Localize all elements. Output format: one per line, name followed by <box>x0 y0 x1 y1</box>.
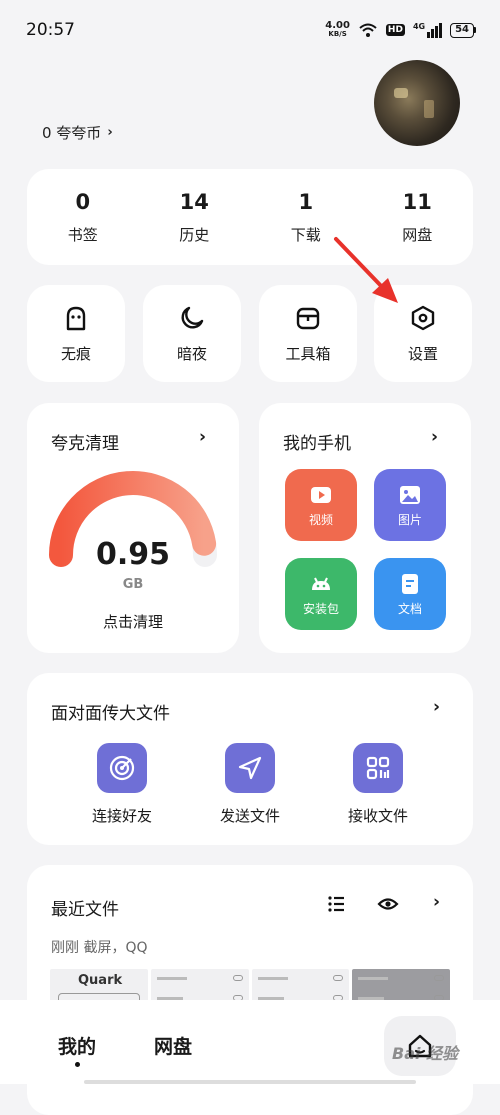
wifi-icon <box>359 23 377 37</box>
toolbox-button[interactable]: 工具箱 <box>259 285 357 382</box>
stat-value: 0 <box>75 189 91 214</box>
tile-label: 视频 <box>308 512 333 527</box>
apk-tile[interactable]: 安装包 <box>285 558 357 630</box>
ghost-icon <box>66 306 86 331</box>
quick-action-label: 工具箱 <box>285 345 331 363</box>
transfer-title: 面对面传大文件 <box>51 704 170 724</box>
clean-unit: GB <box>122 577 144 592</box>
stat-value: 1 <box>298 189 314 214</box>
quick-action-label: 暗夜 <box>176 345 207 363</box>
quick-action-label: 设置 <box>407 345 438 363</box>
stat-history[interactable]: 14 历史 <box>139 169 251 265</box>
stat-label: 历史 <box>179 225 210 244</box>
transfer-item-label: 接收文件 <box>347 807 408 825</box>
battery-icon: 54 <box>450 22 476 38</box>
status-bar: 20:57 4.00 KB/S HD 4G 54 <box>0 0 500 60</box>
document-icon <box>402 573 418 594</box>
recent-subtitle: 刚刚 截屏，QQ <box>51 940 148 956</box>
tab-mine[interactable]: 我的 <box>58 1032 96 1059</box>
eye-icon[interactable] <box>377 895 399 913</box>
my-phone-card: 我的手机 › 视频 图片 安装包 文档 <box>259 403 471 653</box>
chevron-right-icon[interactable]: › <box>433 697 440 717</box>
signal-icon: 4G <box>412 22 443 38</box>
chevron-right-icon[interactable]: › <box>199 427 206 447</box>
toolbox-icon <box>296 307 320 330</box>
tab-cloud[interactable]: 网盘 <box>154 1032 192 1059</box>
avatar[interactable] <box>374 60 460 146</box>
stat-label: 下载 <box>290 225 321 244</box>
settings-button[interactable]: 设置 <box>374 285 472 382</box>
network-type: 4G <box>412 22 426 31</box>
stat-value: 14 <box>179 189 209 214</box>
transfer-item-label: 连接好友 <box>91 807 152 825</box>
network-speed-unit: KB/S <box>328 30 347 38</box>
receive-file-button[interactable]: 接收文件 <box>323 743 433 826</box>
clean-action-button[interactable]: 点击清理 <box>27 611 239 632</box>
coins-link[interactable]: 0 夸夸币 › <box>42 122 113 143</box>
chevron-right-icon[interactable]: › <box>431 427 438 447</box>
stat-label: 书签 <box>67 225 98 244</box>
watermark: Bai 经验 <box>392 1044 459 1063</box>
stat-label: 网盘 <box>402 225 433 244</box>
send-file-button[interactable]: 发送文件 <box>195 743 305 826</box>
tile-label: 安装包 <box>302 601 339 616</box>
tile-label: 文档 <box>397 601 422 616</box>
my-phone-title: 我的手机 <box>283 434 351 454</box>
network-speed: 4.00 KB/S <box>325 21 350 39</box>
dark-mode-button[interactable]: 暗夜 <box>143 285 241 382</box>
bottom-nav: 我的 网盘 Bai 经验 <box>0 1000 500 1084</box>
radar-icon <box>97 743 147 793</box>
recent-title: 最近文件 <box>51 900 119 920</box>
incognito-button[interactable]: 无痕 <box>27 285 125 382</box>
clean-card[interactable]: 夸克清理 › 0.95 GB 点击清理 <box>27 403 239 653</box>
scan-grid-icon <box>353 743 403 793</box>
list-icon[interactable] <box>327 895 347 913</box>
connect-friend-button[interactable]: 连接好友 <box>67 743 177 826</box>
send-icon <box>225 743 275 793</box>
chevron-right-icon[interactable]: › <box>433 892 440 912</box>
settings-hexagon-icon <box>411 305 435 331</box>
stat-value: 11 <box>402 189 432 214</box>
image-tile[interactable]: 图片 <box>374 469 446 541</box>
clean-value: 0.95 <box>95 537 171 572</box>
thumbnail-label: Quark <box>78 973 123 988</box>
active-tab-indicator <box>75 1062 80 1067</box>
clean-title: 夸克清理 <box>51 434 119 454</box>
stat-cloud[interactable]: 11 网盘 <box>362 169 474 265</box>
video-icon <box>311 486 331 503</box>
android-icon <box>312 577 330 590</box>
tile-label: 图片 <box>397 512 422 527</box>
quick-action-label: 无痕 <box>60 345 91 363</box>
home-indicator <box>84 1080 416 1084</box>
stat-downloads[interactable]: 1 下载 <box>250 169 362 265</box>
status-indicators: 4.00 KB/S HD 4G 54 <box>325 21 476 39</box>
transfer-card: 面对面传大文件 › 连接好友 发送文件 接收文件 <box>27 673 473 845</box>
chevron-right-icon: › <box>107 125 113 140</box>
document-tile[interactable]: 文档 <box>374 558 446 630</box>
video-tile[interactable]: 视频 <box>285 469 357 541</box>
image-icon <box>400 485 420 504</box>
battery-level: 54 <box>450 22 474 38</box>
coins-label: 0 夸夸币 <box>42 124 102 142</box>
stat-bookmarks[interactable]: 0 书签 <box>27 169 139 265</box>
moon-icon <box>181 306 204 329</box>
status-time: 20:57 <box>26 20 75 40</box>
network-speed-value: 4.00 <box>325 20 350 31</box>
transfer-item-label: 发送文件 <box>219 807 280 825</box>
stats-card: 0 书签 14 历史 1 下载 11 网盘 <box>27 169 473 265</box>
hd-badge: HD <box>385 24 405 36</box>
